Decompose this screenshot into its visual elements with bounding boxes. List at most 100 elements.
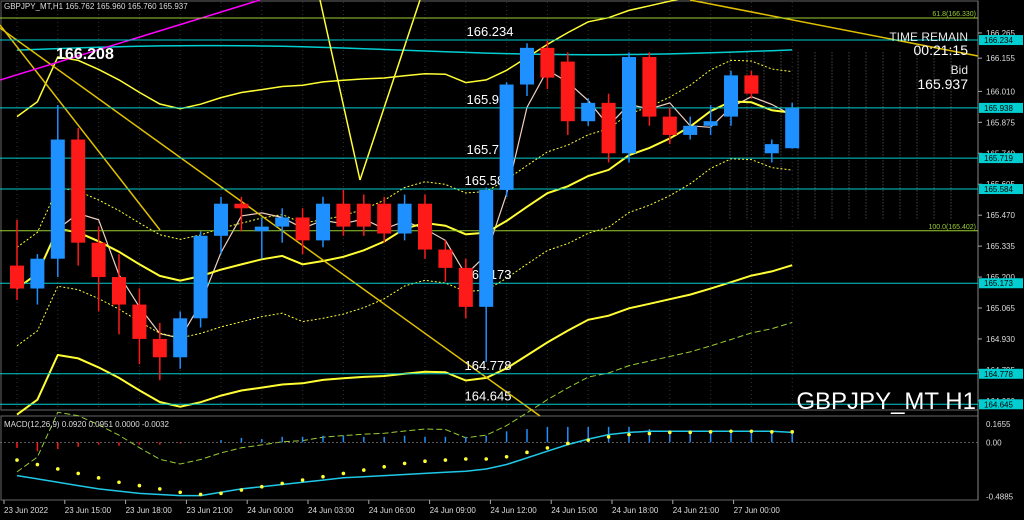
macd-signal-dot: [382, 464, 387, 469]
time-axis-label: 24 Jun 15:00: [551, 506, 598, 515]
candle-body[interactable]: [458, 267, 473, 307]
macd-signal-dot: [770, 430, 774, 434]
candle-body[interactable]: [662, 116, 677, 135]
candle-body[interactable]: [622, 57, 636, 154]
time-axis-label: 27 Jun 00:00: [734, 506, 781, 515]
candle-body[interactable]: [152, 338, 167, 358]
candle-body[interactable]: [397, 203, 412, 234]
candle-body[interactable]: [10, 265, 24, 289]
macd-signal-dot: [362, 468, 366, 472]
macd-signal-dot: [239, 488, 244, 492]
candle-body[interactable]: [418, 203, 432, 250]
chart-info-text: GBPJPY_MT,H1 165.762 165.960 165.760 165…: [4, 2, 188, 11]
candle-body[interactable]: [724, 75, 738, 117]
macd-axis-label: 0.1655: [986, 420, 1011, 429]
price-tag-label: 164.645: [984, 400, 1013, 409]
macd-signal-dot: [219, 491, 223, 496]
candle-body[interactable]: [30, 258, 45, 289]
price-axis-label: 166.010: [986, 87, 1015, 96]
macd-signal-dot: [484, 457, 489, 461]
macd-signal-dot: [137, 483, 142, 488]
macd-signal-dot: [178, 490, 182, 495]
candle-body[interactable]: [295, 217, 310, 241]
macd-signal-dot: [504, 454, 509, 459]
candle-body[interactable]: [785, 108, 800, 149]
candle-body[interactable]: [479, 189, 494, 307]
macd-indicator-label: MACD(12,26,9) 0.0920 0.0951 0.0000 -0.00…: [4, 420, 170, 429]
candle-body[interactable]: [356, 203, 371, 227]
fibonacci-label: 100.0(165.402): [929, 224, 976, 231]
macd-signal-dot: [423, 459, 427, 464]
macd-signal-dot: [668, 430, 672, 435]
candle-body[interactable]: [112, 277, 126, 305]
time-axis-label: 23 Jun 21:00: [186, 506, 233, 515]
time-axis-label: 24 Jun 12:00: [490, 506, 537, 515]
fibonacci-label: 61.8(166.330): [932, 11, 976, 18]
price-axis-label: 165.065: [986, 304, 1015, 313]
candle-body[interactable]: [234, 203, 249, 209]
candle-body[interactable]: [438, 249, 453, 268]
candle-body[interactable]: [744, 75, 759, 94]
macd-signal-dot: [402, 461, 407, 466]
time-axis-label: 24 Jun 09:00: [430, 506, 477, 515]
candle-body[interactable]: [601, 102, 616, 154]
candle-body[interactable]: [764, 144, 779, 154]
price-tag-label: 166.234: [984, 36, 1013, 45]
time-axis-label: 23 Jun 2022: [4, 506, 49, 515]
candle-body[interactable]: [91, 242, 106, 278]
candle-body[interactable]: [540, 47, 555, 78]
time-axis-label: 24 Jun 03:00: [308, 506, 355, 515]
macd-signal-dot: [321, 474, 325, 479]
price-tag-label: 165.938: [984, 104, 1013, 113]
macd-signal-dot: [15, 458, 19, 462]
candle-body[interactable]: [377, 203, 392, 234]
candle-body[interactable]: [316, 203, 330, 241]
candle-body[interactable]: [499, 84, 514, 190]
level-price-label: 166.234: [467, 24, 514, 39]
time-axis-label: 24 Jun 18:00: [612, 506, 659, 515]
macd-signal-dot: [117, 480, 121, 485]
price-axis-label: 165.470: [986, 211, 1015, 220]
level-price-label: 164.645: [465, 388, 512, 403]
price-axis-label: 164.930: [986, 335, 1015, 344]
chart-canvas[interactable]: 166.234 165.938 165.719 165.584 165.173 164.7…: [0, 0, 1024, 520]
macd-signal-dot: [708, 430, 713, 434]
macd-signal-dot: [280, 481, 285, 486]
candle-body[interactable]: [703, 121, 718, 126]
macd-signal-dot: [96, 476, 101, 480]
candle-body[interactable]: [560, 61, 575, 122]
macd-signal-dot: [260, 484, 264, 489]
macd-signal-dot: [198, 492, 203, 497]
time-axis-label: 23 Jun 18:00: [126, 506, 173, 515]
big-price-label: 166.208: [56, 46, 114, 63]
macd-signal-dot: [647, 431, 652, 436]
candle-body[interactable]: [683, 125, 698, 135]
level-price-label: 164.778: [465, 358, 512, 373]
macd-signal-dot: [790, 430, 794, 434]
macd-signal-dot: [606, 435, 611, 439]
candle-body[interactable]: [254, 226, 269, 232]
candle-body[interactable]: [214, 203, 228, 236]
candle-body[interactable]: [132, 304, 147, 339]
candle-body[interactable]: [275, 217, 290, 227]
candle-body[interactable]: [71, 139, 86, 243]
macd-signal-dot: [300, 478, 305, 482]
candle-body[interactable]: [336, 203, 351, 227]
macd-signal-dot: [525, 450, 529, 455]
macd-axis-label: -0.4885: [986, 493, 1014, 502]
candle-body[interactable]: [642, 57, 657, 117]
macd-signal-dot: [464, 457, 468, 461]
macd-signal-dot: [688, 430, 692, 435]
candle-body[interactable]: [520, 47, 534, 85]
candle-body[interactable]: [173, 318, 188, 358]
macd-signal-dot: [566, 441, 570, 446]
price-axis-label: 165.335: [986, 242, 1015, 251]
macd-axis-label: 0.00: [986, 438, 1002, 447]
time-axis-label: 24 Jun 06:00: [369, 506, 416, 515]
bid-label: Bid: [951, 63, 968, 77]
candle-body[interactable]: [581, 102, 596, 122]
candle-body[interactable]: [50, 139, 65, 259]
time-axis-label: 24 Jun 21:00: [673, 506, 720, 515]
candle-body[interactable]: [193, 235, 208, 319]
macd-signal-dot: [443, 458, 448, 462]
